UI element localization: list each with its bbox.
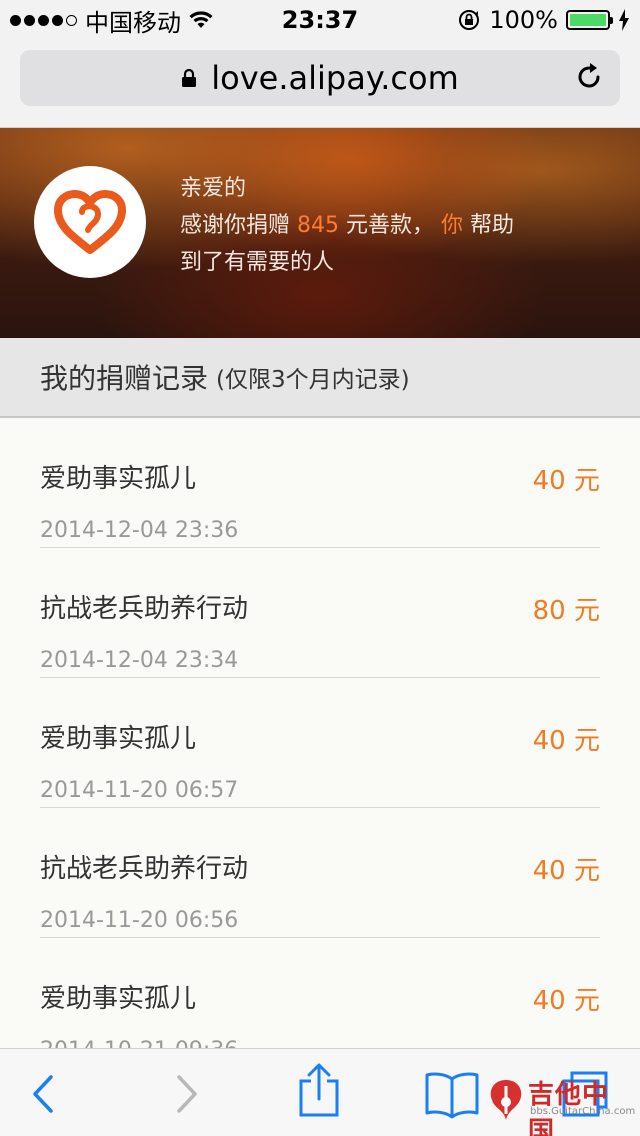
donation-total: 845 (297, 213, 340, 238)
record-time: 2014-11-20 06:56 (40, 908, 239, 933)
you-highlight: 你 (441, 213, 464, 238)
signal-strength-icon (10, 14, 77, 26)
watermark-text: 吉他中国 (528, 1080, 610, 1136)
donation-record-list[interactable]: 爱助事实孤儿 40 元 2014-12-04 23:36 抗战老兵助养行动 80… (0, 418, 640, 1048)
address-bar[interactable]: love.alipay.com (20, 50, 620, 106)
donation-record[interactable]: 爱助事实孤儿 40 元 2014-12-04 23:36 (40, 418, 600, 548)
record-time: 2014-10-21 09:36 (40, 1038, 238, 1048)
browser-address-area: love.alipay.com (0, 40, 640, 128)
record-amount: 40 元 (532, 856, 600, 886)
site-watermark: 吉他中国 bbs.GuitarChina.com (484, 1072, 636, 1136)
thanks-middle: 元善款， (346, 213, 435, 238)
donation-record[interactable]: 爱助事实孤儿 40 元 2014-10-21 09:36 (40, 938, 600, 1048)
share-icon[interactable] (294, 1063, 344, 1119)
record-amount: 40 元 (532, 466, 600, 496)
charity-logo (34, 166, 146, 278)
record-time: 2014-12-04 23:36 (40, 518, 239, 543)
record-amount: 40 元 (532, 726, 600, 756)
record-project: 爱助事实孤儿 (40, 724, 197, 754)
status-bar: 中国移动 23:37 100% (0, 0, 640, 40)
chevron-right-icon[interactable] (160, 1069, 210, 1119)
thanks-prefix: 感谢你捐赠 (180, 213, 291, 238)
record-project: 爱助事实孤儿 (40, 984, 197, 1014)
chevron-left-icon[interactable] (20, 1069, 70, 1119)
section-title: 我的捐赠记录 (40, 362, 209, 395)
status-right: 100% (457, 6, 630, 34)
book-icon[interactable] (424, 1069, 480, 1119)
donation-records-header: 我的捐赠记录 (仅限3个月内记录) (0, 338, 640, 418)
thanks-suffix: 帮助 (470, 213, 515, 238)
reload-icon[interactable] (574, 62, 604, 92)
section-note: (仅限3个月内记录) (216, 367, 410, 393)
record-time: 2014-12-04 23:34 (40, 648, 239, 673)
thanks-line-2: 到了有需要的人 (180, 250, 335, 275)
battery-fill (570, 14, 606, 26)
record-project: 抗战老兵助养行动 (40, 594, 249, 624)
hero-banner: 亲爱的 感谢你捐赠 845 元善款， 你 帮助 到了有需要的人 (0, 128, 640, 338)
record-amount: 80 元 (532, 596, 600, 626)
heart-logo-icon (54, 190, 126, 254)
donation-record[interactable]: 抗战老兵助养行动 40 元 2014-11-20 06:56 (40, 808, 600, 938)
page: 中国移动 23:37 100% love.alipay.com 亲爱的 感谢你捐… (0, 0, 640, 1136)
watermark-subtext: bbs.GuitarChina.com (530, 1106, 636, 1117)
carrier-name: 中国移动 (85, 8, 181, 37)
guitar-logo-icon (490, 1080, 522, 1120)
status-left: 中国移动 (10, 3, 213, 38)
record-project: 爱助事实孤儿 (40, 464, 197, 494)
wifi-icon (189, 11, 213, 28)
battery-percent: 100% (489, 6, 558, 34)
lock-icon (182, 68, 197, 87)
donation-record[interactable]: 爱助事实孤儿 40 元 2014-11-20 06:57 (40, 678, 600, 808)
hero-message: 亲爱的 感谢你捐赠 845 元善款， 你 帮助 到了有需要的人 (180, 170, 560, 281)
thanks-line: 感谢你捐赠 845 元善款， 你 帮助 (180, 207, 560, 244)
rotation-lock-icon (459, 10, 480, 30)
url-text: love.alipay.com (211, 59, 459, 97)
record-time: 2014-11-20 06:57 (40, 778, 239, 803)
record-amount: 40 元 (532, 986, 600, 1016)
charging-icon (619, 9, 629, 31)
battery-icon (566, 10, 613, 30)
record-project: 抗战老兵助养行动 (40, 854, 249, 884)
donation-record[interactable]: 抗战老兵助养行动 80 元 2014-12-04 23:34 (40, 548, 600, 678)
greeting: 亲爱的 (180, 176, 247, 201)
